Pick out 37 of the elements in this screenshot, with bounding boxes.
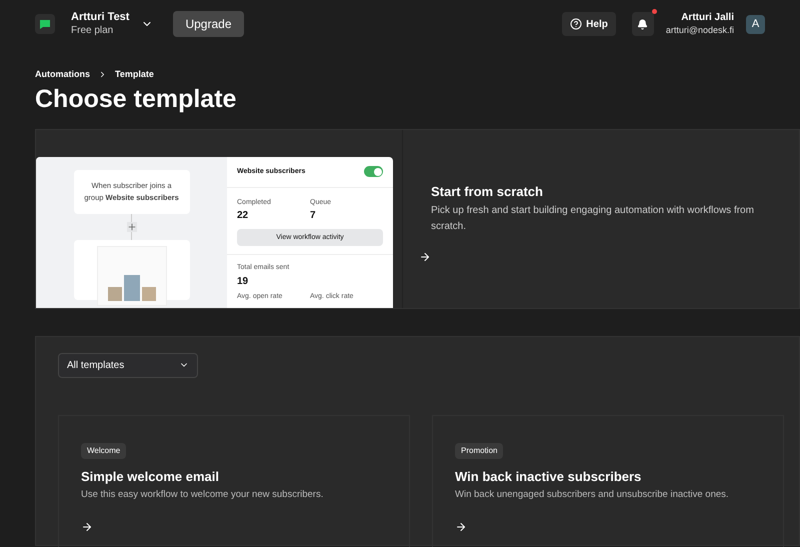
plus-icon[interactable] xyxy=(126,222,136,232)
total-value: 19 xyxy=(237,274,250,289)
scratch-title: Start from scratch xyxy=(431,182,544,201)
template-filter-select[interactable]: All templates xyxy=(58,352,198,378)
template-tag: Promotion xyxy=(455,442,504,459)
template-title: Win back inactive subscribers xyxy=(455,468,642,486)
stat-value: 7 xyxy=(310,209,317,224)
template-tag: Welcome xyxy=(81,442,126,459)
breadcrumb-current: Template xyxy=(115,68,154,81)
chevron-right-icon xyxy=(98,70,107,80)
template-card[interactable]: Promotion Win back inactive subscribers Win back unengaged subscribers and unsubscribe inactive ones. xyxy=(432,414,784,547)
stat-value: 22 xyxy=(237,209,250,224)
account-plan: Free plan xyxy=(71,24,114,38)
notifications-button[interactable] xyxy=(632,12,654,36)
photo-placeholder xyxy=(124,274,140,301)
photo-placeholder xyxy=(108,286,122,301)
breadcrumb-link[interactable]: Automations xyxy=(35,68,90,82)
account-name: Artturi Test xyxy=(71,10,130,25)
user-name: Artturi Jalli xyxy=(681,12,734,25)
arrow-right-icon[interactable] xyxy=(455,520,467,532)
photo-placeholder xyxy=(142,286,156,301)
logo-icon xyxy=(35,14,55,34)
arrow-right-icon[interactable] xyxy=(419,251,431,264)
upgrade-button[interactable]: Upgrade xyxy=(173,11,244,37)
template-description: Win back unengaged subscribers and unsubscribe inactive ones. xyxy=(455,488,730,502)
bell-icon xyxy=(637,18,648,30)
template-title: Simple welcome email xyxy=(81,468,220,486)
user-email: artturi@nodesk.fi xyxy=(666,24,734,36)
template-card[interactable]: Welcome Simple welcome email Use this easy workflow to welcome your new subscribers. xyxy=(58,414,410,547)
scratch-description: Pick up fresh and start building engaging automation with workflows from scratch. xyxy=(431,204,755,234)
template-description: Use this easy workflow to welcome your new subscribers. xyxy=(81,488,324,502)
page-title: Choose template xyxy=(35,84,238,114)
toggle-switch[interactable] xyxy=(364,166,383,178)
help-button[interactable]: Help xyxy=(562,12,616,36)
arrow-right-icon[interactable] xyxy=(81,520,93,532)
avatar[interactable]: A xyxy=(746,14,765,34)
help-icon xyxy=(570,18,582,30)
